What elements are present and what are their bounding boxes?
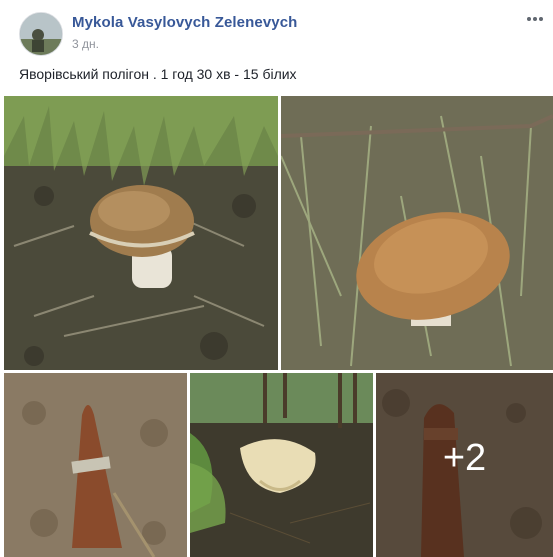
photo-shell-2[interactable]: +2 xyxy=(376,373,553,557)
photo-mushroom-2[interactable] xyxy=(281,96,553,370)
photo-mushroom-3[interactable] xyxy=(190,373,373,557)
author-avatar[interactable] xyxy=(19,12,63,56)
photo-mushroom-1[interactable] xyxy=(4,96,278,370)
more-photos-count: +2 xyxy=(442,436,487,479)
more-photos-overlay[interactable]: +2 xyxy=(376,373,553,557)
more-options-icon[interactable] xyxy=(525,10,545,28)
post-timestamp[interactable]: 3 дн. xyxy=(72,37,99,51)
post-header: Mykola Vasylovych Zelenevych 3 дн. xyxy=(0,0,553,62)
post-text: Яворівський полігон . 1 год 30 хв - 15 б… xyxy=(19,66,297,82)
author-name[interactable]: Mykola Vasylovych Zelenevych xyxy=(72,14,297,31)
photo-shell-1[interactable] xyxy=(4,373,187,557)
